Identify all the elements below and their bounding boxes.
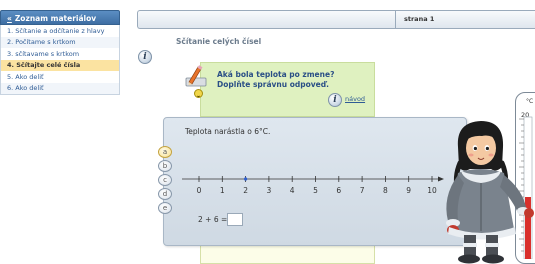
- number-line-label: 5: [313, 186, 318, 195]
- sidebar-list: 1. Sčítanie a odčítanie z hlavy 2. Počít…: [0, 25, 120, 95]
- number-line-label: 0: [197, 186, 202, 195]
- task-instruction: Doplňte správnu odpoveď.: [217, 79, 329, 89]
- sidebar-item-6[interactable]: 6. Ako deliť: [1, 82, 119, 94]
- sidebar-item-1[interactable]: 1. Sčítanie a odčítanie z hlavy: [1, 25, 119, 37]
- number-line: 0 1 2 3 4 5 6 7 8 9 10: [182, 176, 444, 195]
- number-line-marker: [244, 177, 248, 181]
- thermometer-unit: °C: [526, 98, 534, 105]
- task-question: Aká bola teplota po zmene?: [217, 70, 335, 79]
- info-icon[interactable]: i: [138, 50, 152, 64]
- exercise-statement: Teplota narástla o 6°C.: [185, 127, 271, 136]
- inuit-girl-illustration: [446, 121, 534, 264]
- answer-input[interactable]: [227, 213, 243, 226]
- sidebar-title: Zoznam materiálov: [14, 14, 97, 23]
- sidebar-item-3[interactable]: 3. sčítavame s krtkom: [1, 48, 119, 60]
- number-line-label: 8: [383, 186, 388, 195]
- pencil-icon: [185, 65, 207, 87]
- option-d[interactable]: d: [158, 188, 172, 200]
- equation: 2 + 6 =: [198, 215, 228, 224]
- materials-sidebar: «Zoznam materiálov 1. Sčítanie a odčítan…: [0, 10, 120, 95]
- number-line-label: 2: [243, 186, 248, 195]
- number-line-label: 7: [360, 186, 365, 195]
- number-line-label: 1: [220, 186, 225, 195]
- number-line-label: 9: [406, 186, 411, 195]
- sidebar-item-4[interactable]: 4. Sčítajte celé čísla: [1, 59, 119, 71]
- sidebar-item-2[interactable]: 2. Počítame s krtkom: [1, 36, 119, 48]
- sidebar-item-5[interactable]: 5. Ako deliť: [1, 71, 119, 83]
- option-b[interactable]: b: [158, 160, 172, 172]
- option-e[interactable]: e: [158, 202, 172, 214]
- page-indicator: strana 1: [395, 10, 535, 29]
- back-symbol[interactable]: «: [7, 14, 12, 23]
- task-instructions: Aká bola teplota po zmene? Doplňte správ…: [217, 70, 334, 89]
- section-title: Sčítanie celých čísel: [176, 37, 262, 46]
- number-line-label: 3: [267, 186, 272, 195]
- number-line-label: 6: [336, 186, 341, 195]
- option-a[interactable]: a: [158, 146, 172, 158]
- sidebar-header[interactable]: «Zoznam materiálov: [0, 10, 120, 25]
- number-line-label: 4: [290, 186, 295, 195]
- navod-link[interactable]: návod: [345, 95, 365, 103]
- smiley-icon: [194, 89, 203, 98]
- option-c[interactable]: c: [158, 174, 172, 186]
- navod-info-icon[interactable]: i: [328, 93, 342, 107]
